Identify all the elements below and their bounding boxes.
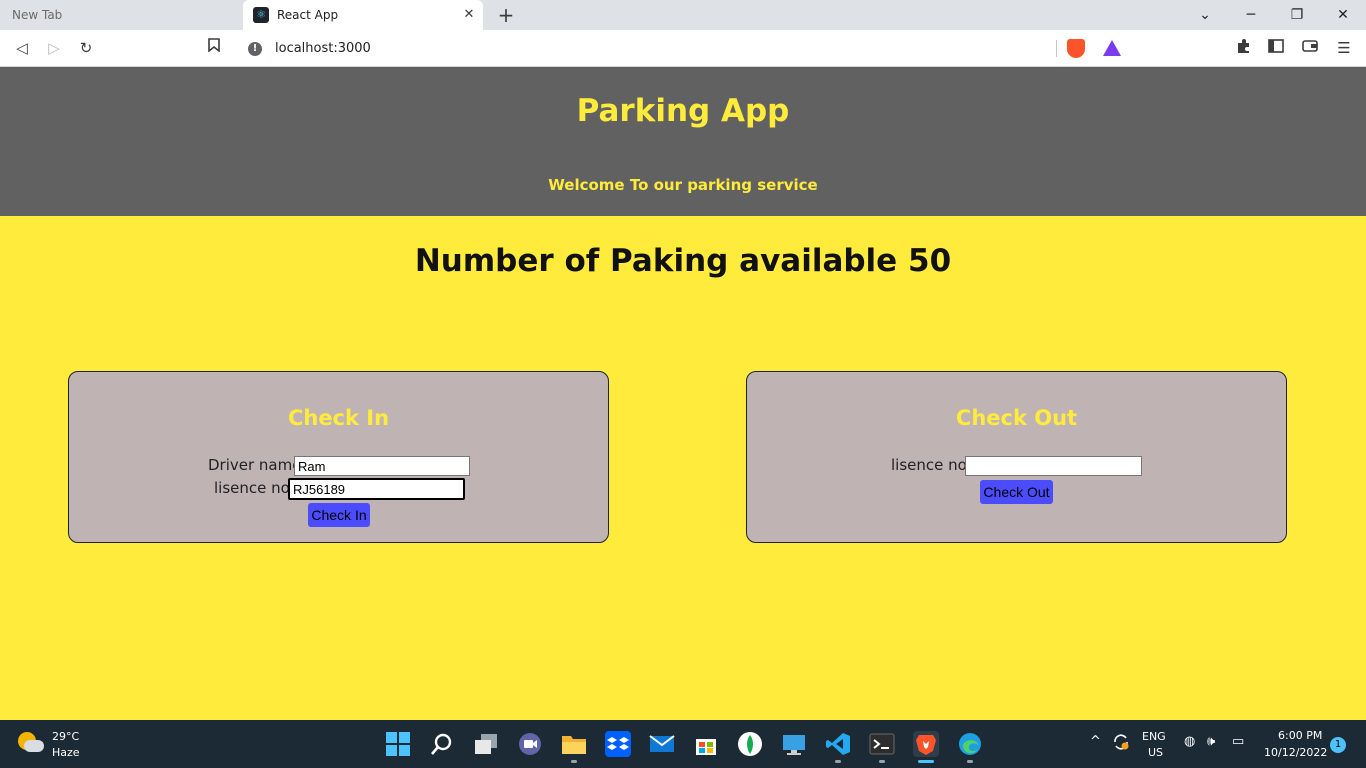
teams-chat-icon[interactable] [517, 731, 543, 757]
tab-new-tab[interactable]: New Tab [0, 0, 242, 30]
react-logo-icon: ⚛ [253, 7, 269, 23]
omnibox-divider [1056, 40, 1057, 57]
checkin-license-label: lisence no. [214, 479, 295, 497]
new-tab-button[interactable]: + [496, 4, 516, 26]
language-line1[interactable]: ENG [1142, 730, 1166, 743]
notification-badge[interactable]: 1 [1330, 737, 1346, 753]
url-text: localhost:3000 [275, 41, 371, 56]
address-bar[interactable]: ! localhost:3000 [237, 34, 1129, 63]
checkout-license-input[interactable] [965, 456, 1142, 476]
terminal-icon[interactable] [869, 731, 895, 757]
bookmark-icon[interactable] [204, 38, 224, 58]
driver-name-input[interactable] [294, 456, 470, 476]
app-header: Parking App Welcome To our parking servi… [0, 67, 1366, 216]
check-out-button[interactable]: Check Out [980, 480, 1053, 504]
mail-icon[interactable] [649, 731, 675, 757]
show-hidden-icons-chevron[interactable]: ^ [1090, 734, 1101, 749]
checkin-title: Check In [287, 406, 390, 430]
app-subtitle: Welcome To our parking service [548, 176, 818, 194]
edge-indicator [967, 760, 973, 763]
weather-condition[interactable]: Haze [52, 746, 80, 759]
parking-availability: Number of Paking available 50 [414, 243, 952, 279]
weather-temp[interactable]: 29°C [52, 730, 79, 743]
brave-active-indicator [918, 760, 934, 763]
sync-icon[interactable] [1112, 733, 1130, 755]
menu-icon[interactable]: ☰ [1334, 38, 1354, 58]
checkout-card: Check Out lisence no. Check Out [746, 371, 1287, 543]
edge-icon[interactable] [957, 731, 983, 757]
task-view-icon[interactable] [473, 731, 499, 757]
store-icon[interactable] [693, 731, 719, 757]
back-icon[interactable]: ◁ [12, 38, 32, 58]
clock-time[interactable]: 6:00 PM [1278, 729, 1322, 742]
browser-tabstrip: New Tab ⚛ React App ✕ + ⌄ ─ ❐ ✕ [0, 0, 1366, 30]
tab-label: New Tab [12, 8, 63, 22]
browser-toolbar: ◁ ▷ ↻ ! localhost:3000 ☰ [0, 30, 1366, 67]
weather-icon[interactable] [18, 732, 44, 754]
wallet-icon[interactable] [1300, 38, 1320, 58]
checkout-license-label: lisence no. [891, 456, 972, 474]
tab-react-app[interactable]: ⚛ React App ✕ [243, 0, 483, 30]
windows-taskbar: 29°C Haze ^ ENG US ◍ 🕪 ▭ 6:00 PM 10/12/2… [0, 720, 1366, 768]
sidebar-icon[interactable] [1266, 38, 1286, 58]
brave-shields-icon[interactable] [1067, 39, 1085, 58]
volume-icon[interactable]: 🕪 [1207, 734, 1215, 749]
app-title: Parking App [576, 93, 790, 129]
start-icon[interactable] [385, 731, 411, 757]
restore-button[interactable]: ❐ [1286, 3, 1308, 27]
terminal-indicator [879, 760, 885, 763]
close-window-button[interactable]: ✕ [1332, 3, 1354, 27]
puzzle-icon[interactable] [1234, 38, 1254, 58]
mongodb-compass-icon[interactable] [737, 731, 763, 757]
remote-desktop-icon[interactable] [781, 731, 807, 757]
vscode-icon[interactable] [825, 731, 851, 757]
reload-icon[interactable]: ↻ [76, 38, 96, 58]
clock-date[interactable]: 10/12/2022 [1264, 746, 1327, 759]
minimize-button[interactable]: ─ [1240, 3, 1262, 27]
tab-search-chevron-icon[interactable]: ⌄ [1194, 3, 1216, 27]
network-icon[interactable]: ◍ [1184, 734, 1195, 749]
brave-rewards-icon[interactable] [1103, 40, 1121, 56]
search-icon[interactable] [429, 731, 455, 757]
driver-name-label: Driver name [208, 456, 302, 474]
checkout-title: Check Out [955, 406, 1078, 430]
checkin-card: Check In Driver name lisence no. Check I… [68, 371, 609, 543]
file-explorer-icon[interactable] [561, 731, 587, 757]
brave-browser-icon[interactable] [913, 731, 939, 757]
check-in-button[interactable]: Check In [308, 503, 370, 527]
language-line2[interactable]: US [1148, 746, 1163, 759]
checkin-license-input[interactable] [288, 478, 465, 500]
tab-close-icon[interactable]: ✕ [461, 7, 477, 23]
site-info-icon[interactable]: ! [248, 41, 262, 56]
forward-icon[interactable]: ▷ [44, 38, 64, 58]
vscode-indicator [835, 760, 841, 763]
file-explorer-indicator [571, 760, 577, 763]
dropbox-icon[interactable] [605, 731, 631, 757]
tab-label: React App [277, 8, 339, 22]
battery-icon[interactable]: ▭ [1232, 734, 1244, 749]
